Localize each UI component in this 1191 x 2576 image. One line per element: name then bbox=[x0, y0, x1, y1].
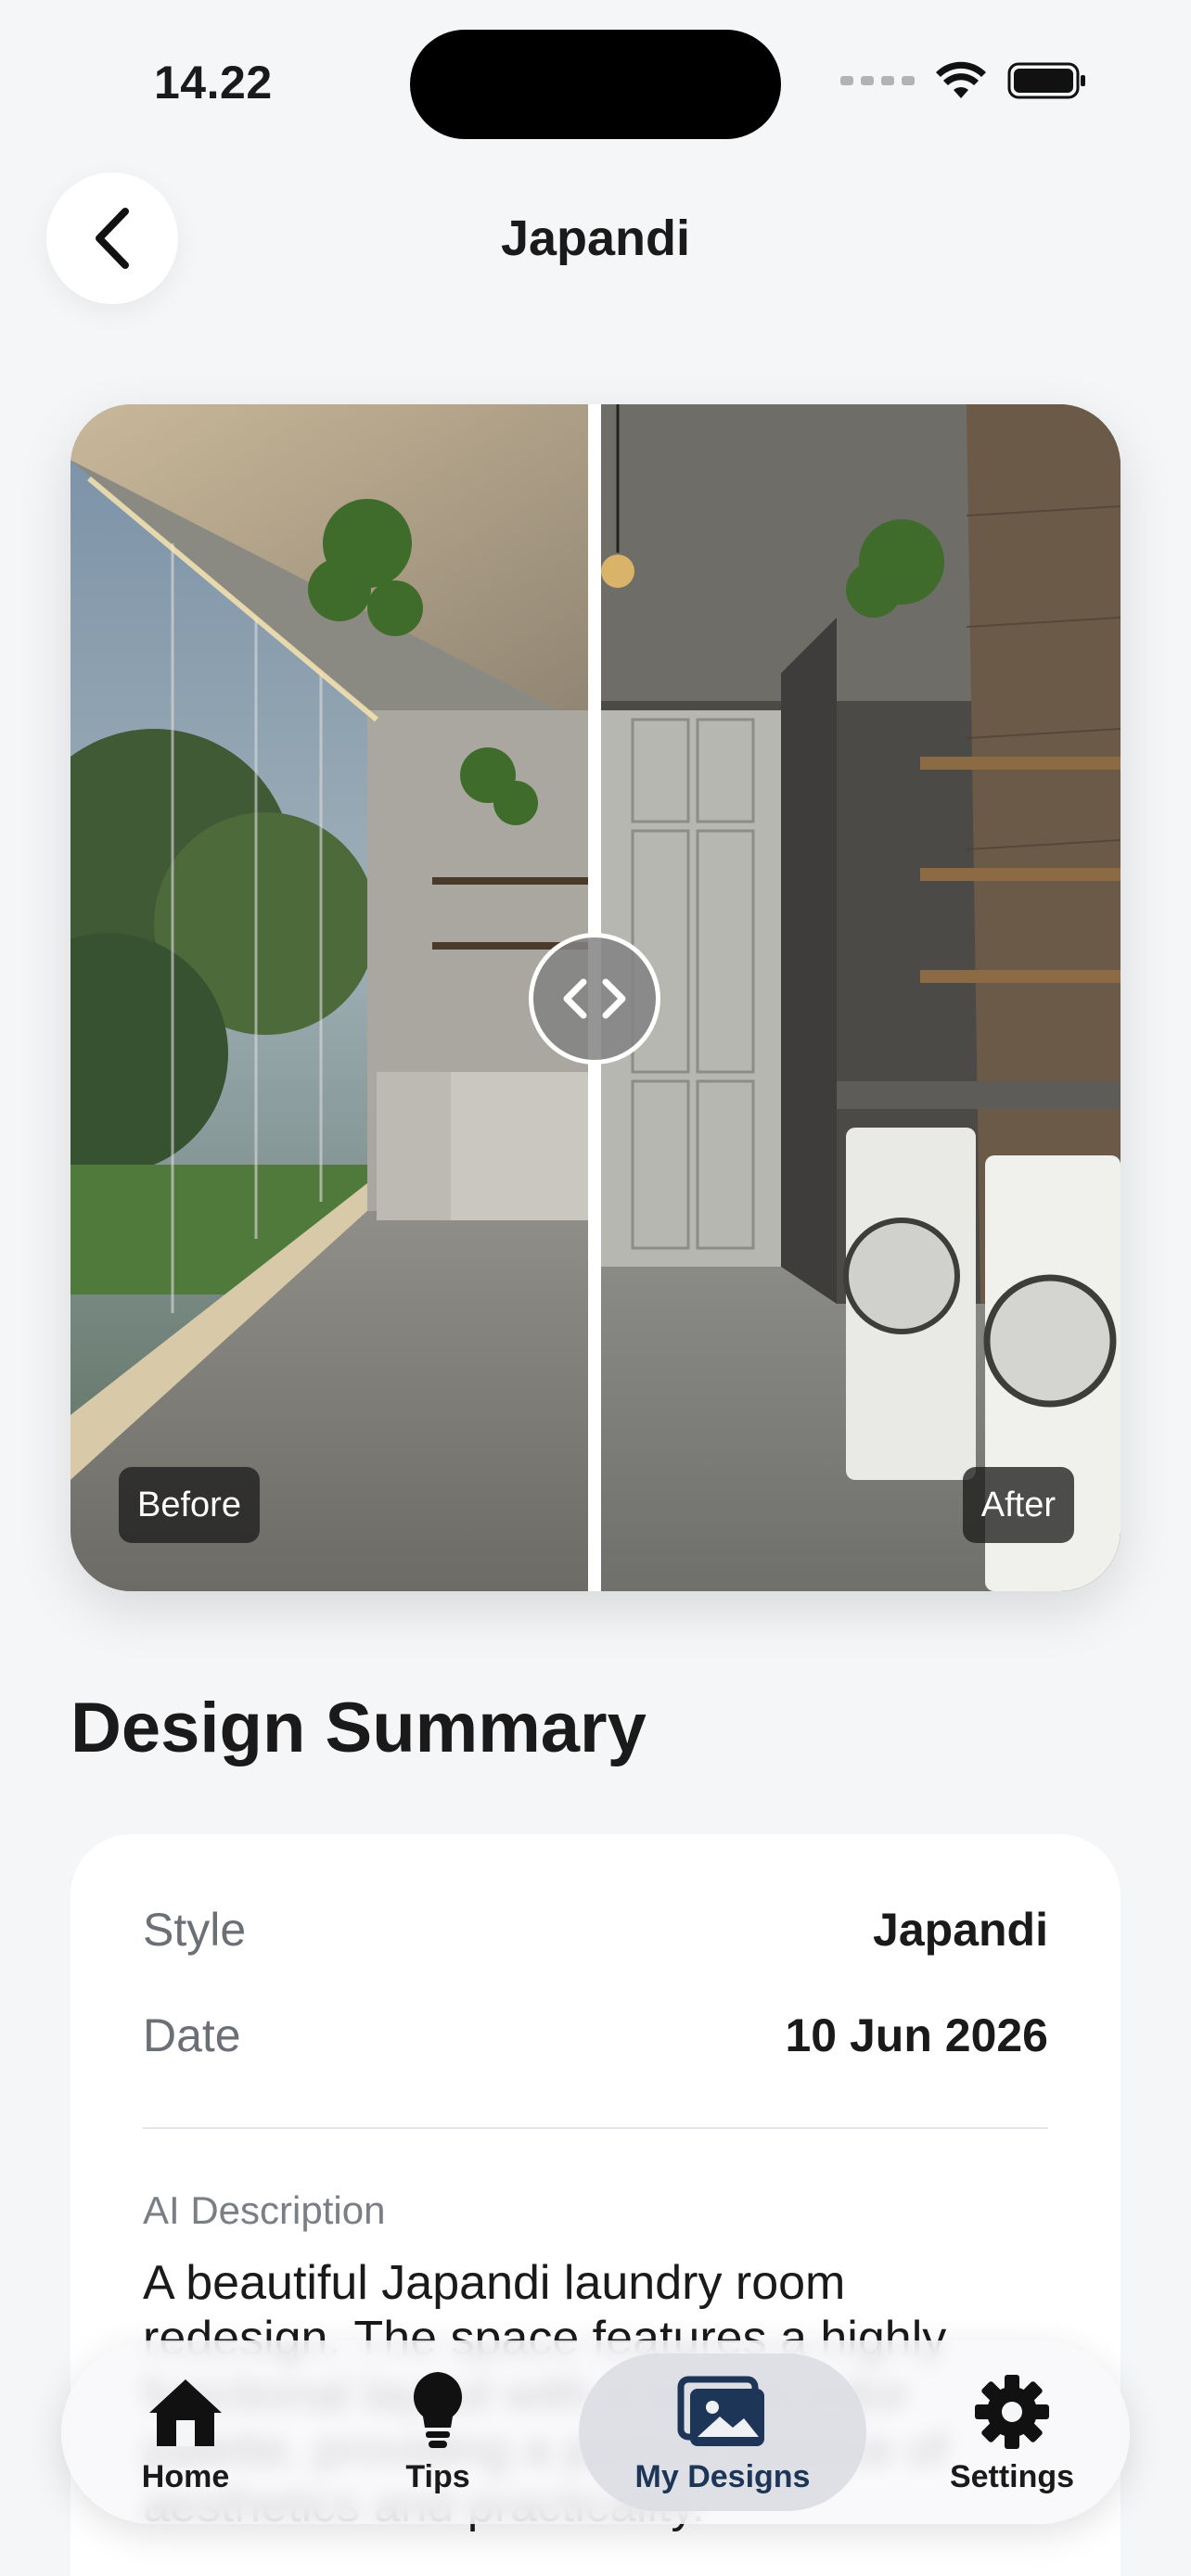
battery-icon bbox=[1007, 62, 1085, 99]
after-label: After bbox=[962, 1467, 1074, 1543]
style-row: Style Japandi bbox=[143, 1903, 1048, 1957]
before-after-compare[interactable]: Before After bbox=[70, 404, 1121, 1591]
before-label: Before bbox=[119, 1467, 260, 1543]
tab-home[interactable]: Home bbox=[93, 2353, 278, 2511]
photos-icon bbox=[677, 2376, 764, 2446]
style-label: Style bbox=[143, 1904, 247, 1956]
section-title: Design Summary bbox=[70, 1689, 647, 1767]
tab-bar: Home Tips My Designs Settings bbox=[61, 2340, 1130, 2524]
dynamic-island bbox=[410, 30, 781, 139]
tab-my-designs[interactable]: My Designs bbox=[579, 2353, 866, 2511]
before-image bbox=[70, 404, 596, 1591]
screen: 14.22 Japandi Before After Design Summar… bbox=[0, 0, 1191, 2576]
lightbulb-icon bbox=[413, 2371, 463, 2448]
tab-tips-label: Tips bbox=[405, 2458, 470, 2494]
date-row: Date 10 Jun 2026 bbox=[143, 2009, 1048, 2062]
gear-icon bbox=[975, 2374, 1049, 2449]
page-title: Japandi bbox=[500, 210, 691, 266]
divider bbox=[143, 2127, 1048, 2129]
compare-handle[interactable] bbox=[529, 933, 660, 1065]
ai-description-label: AI Description bbox=[143, 2188, 386, 2232]
status-time: 14.22 bbox=[154, 57, 273, 108]
after-image bbox=[596, 404, 1121, 1591]
tab-my-designs-label: My Designs bbox=[634, 2458, 811, 2494]
code-arrows-icon bbox=[563, 978, 626, 1019]
tab-tips[interactable]: Tips bbox=[345, 2353, 531, 2511]
tab-home-label: Home bbox=[141, 2458, 230, 2494]
style-value: Japandi bbox=[873, 1904, 1048, 1956]
date-value: 10 Jun 2026 bbox=[785, 2009, 1048, 2061]
date-label: Date bbox=[143, 2009, 241, 2061]
house-icon bbox=[149, 2378, 222, 2446]
wifi-icon bbox=[936, 61, 986, 98]
tab-settings-label: Settings bbox=[949, 2458, 1075, 2494]
status-icons bbox=[840, 61, 1087, 100]
cellular-signal-icon bbox=[840, 76, 915, 85]
tab-settings[interactable]: Settings bbox=[905, 2353, 1119, 2511]
